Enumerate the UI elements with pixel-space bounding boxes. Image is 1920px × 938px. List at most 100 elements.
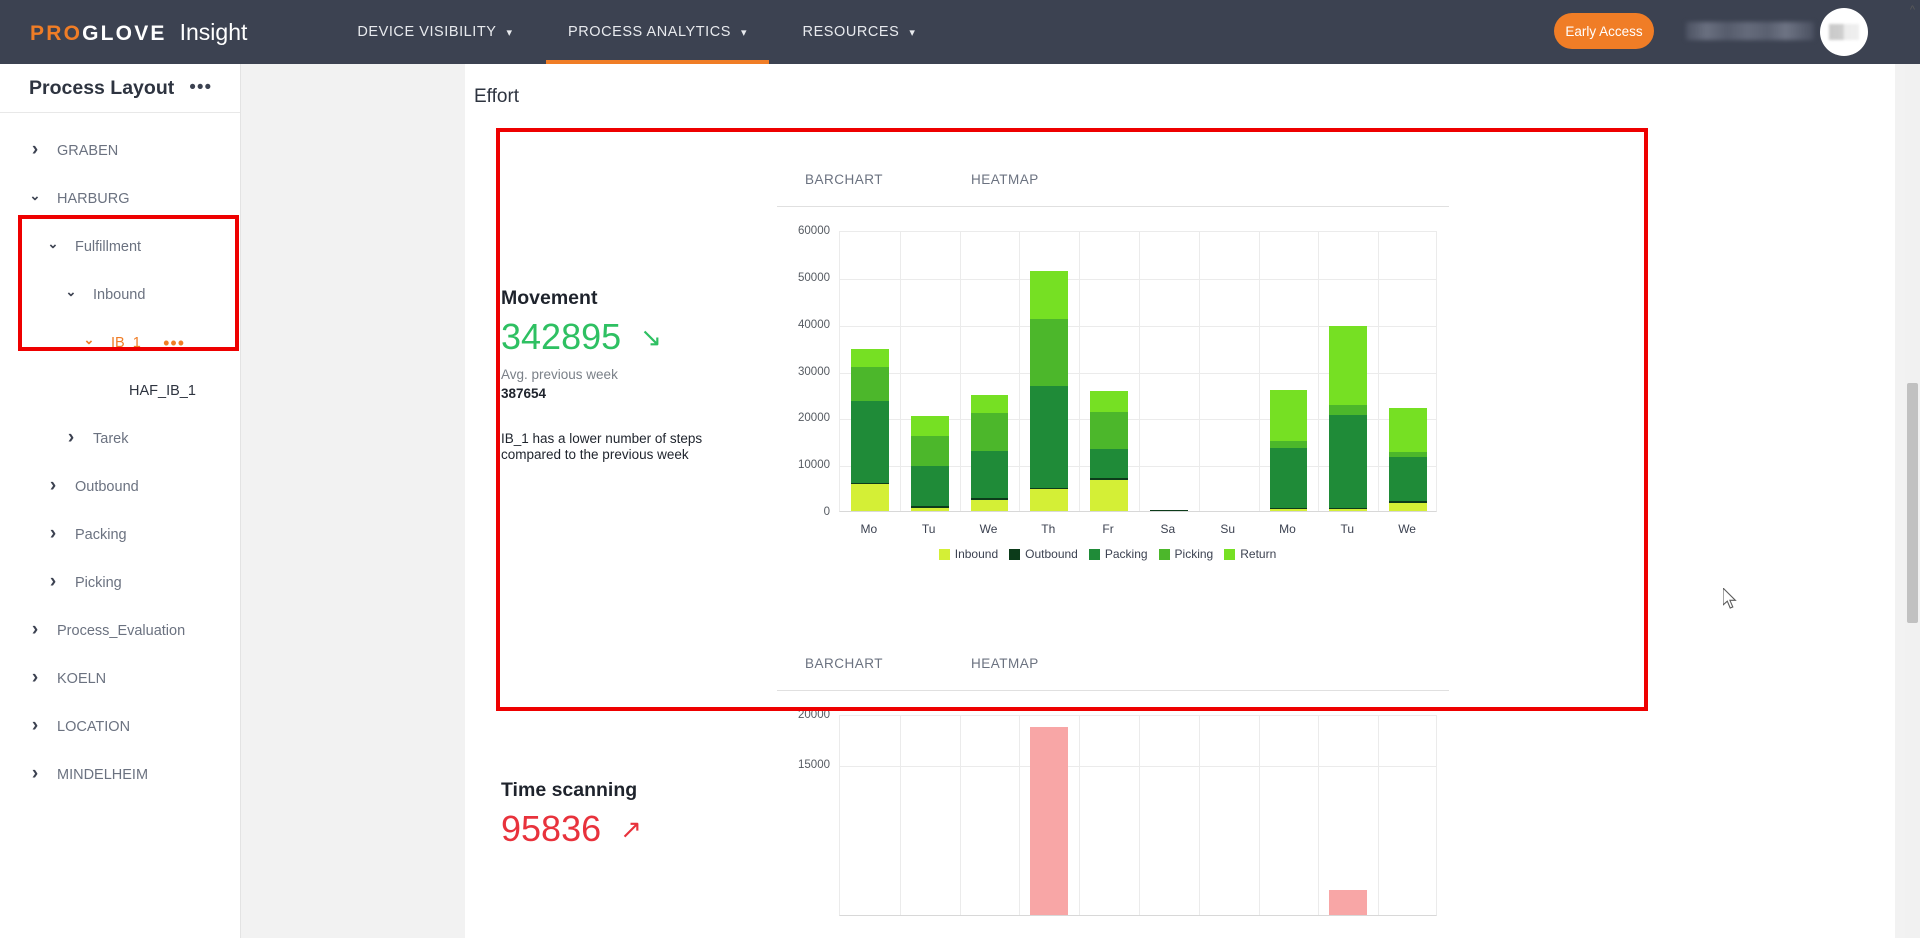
bar-column[interactable]	[1210, 230, 1248, 511]
avatar[interactable]	[1820, 8, 1868, 56]
sidebar-tree-item-outbound[interactable]: › Outbound	[0, 463, 240, 511]
chevron-down-icon[interactable]: ⌄	[81, 332, 97, 348]
tab-barchart[interactable]: BARCHART	[805, 654, 883, 671]
bar-segment-packing[interactable]	[910, 466, 949, 507]
sidebar-item-more-icon[interactable]: •••	[163, 334, 185, 352]
bar-column[interactable]	[1210, 714, 1248, 915]
bar-segment-packing[interactable]	[1090, 448, 1128, 479]
movement-barchart[interactable]: 0 10000 20000 30000 40000 50000 60000 Mo Tu We Th F…	[777, 207, 1449, 607]
chevron-right-icon[interactable]: ›	[27, 139, 43, 161]
bar-segment-outbound[interactable]	[1389, 501, 1427, 503]
legend-item-picking[interactable]: Picking	[1158, 547, 1213, 561]
chevron-right-icon[interactable]: ›	[27, 715, 43, 737]
bar-segment-inbound[interactable]	[851, 484, 889, 511]
legend-item-packing[interactable]: Packing	[1088, 547, 1148, 561]
bar-segment-inbound[interactable]	[1090, 479, 1128, 511]
bar-column[interactable]	[1150, 714, 1188, 915]
legend-item-return[interactable]: Return	[1224, 547, 1276, 561]
chevron-down-icon[interactable]: ⌄	[45, 236, 61, 252]
sidebar-tree-item-haf_ib_1[interactable]: HAF_IB_1	[0, 367, 240, 415]
bar-segment-inbound[interactable]	[970, 499, 1009, 511]
nav-item-resources[interactable]: RESOURCES ▾	[803, 0, 915, 64]
bar-column[interactable]	[1090, 230, 1128, 511]
bar-segment-picking[interactable]	[1030, 318, 1069, 387]
bar-column[interactable]	[1150, 230, 1188, 511]
bar-segment-return[interactable]	[910, 415, 949, 437]
bar-column[interactable]	[971, 714, 1009, 915]
bar-column[interactable]	[851, 230, 889, 511]
bar-segment-return[interactable]	[1329, 325, 1368, 405]
bar-segment-picking[interactable]	[1090, 411, 1128, 449]
bar-column[interactable]	[911, 714, 949, 915]
bar-segment-picking[interactable]	[910, 436, 949, 467]
bar-segment-picking[interactable]	[1329, 404, 1368, 415]
bar-column[interactable]	[1269, 230, 1308, 511]
bar-segment-picking[interactable]	[851, 367, 889, 401]
bar-segment-time scanning[interactable]	[1329, 889, 1368, 915]
bar-segment-packing[interactable]	[1329, 415, 1368, 509]
sidebar-more-icon[interactable]: •••	[189, 78, 212, 97]
chevron-down-icon[interactable]: ⌄	[27, 188, 43, 204]
bar-column[interactable]	[910, 230, 949, 511]
bar-segment-packing[interactable]	[851, 400, 889, 484]
bar-segment-inbound[interactable]	[910, 507, 949, 511]
bar-segment-packing[interactable]	[970, 451, 1009, 498]
legend-item-outbound[interactable]: Outbound	[1009, 547, 1078, 561]
page-scrollbar-thumb[interactable]	[1907, 383, 1918, 623]
bar-segment-return[interactable]	[1389, 407, 1427, 452]
legend-item-inbound[interactable]: Inbound	[938, 547, 998, 561]
chevron-right-icon[interactable]: ›	[45, 571, 61, 593]
sidebar-tree-item-mindelheim[interactable]: › MINDELHEIM	[0, 751, 240, 799]
sidebar-tree-item-harburg[interactable]: ⌄ HARBURG	[0, 175, 240, 223]
brand-logo[interactable]: PRO GLOVE Insight	[30, 19, 247, 46]
sidebar-tree-item-inbound[interactable]: ⌄ Inbound	[0, 271, 240, 319]
bar-segment-picking[interactable]	[1269, 440, 1308, 449]
bar-column[interactable]	[1329, 230, 1368, 511]
bar-column[interactable]	[1030, 230, 1069, 511]
sidebar-tree-item-location[interactable]: › LOCATION	[0, 703, 240, 751]
bar-segment-return[interactable]	[1030, 271, 1069, 319]
nav-item-device-visibility[interactable]: DEVICE VISIBILITY ▾	[357, 0, 512, 64]
chevron-right-icon[interactable]: ›	[45, 523, 61, 545]
time-scanning-barchart[interactable]: 15000 20000	[777, 691, 1449, 936]
chevron-right-icon[interactable]: ›	[27, 619, 43, 641]
bar-segment-picking[interactable]	[970, 412, 1009, 452]
bar-segment-outbound[interactable]	[970, 497, 1009, 500]
early-access-button[interactable]: Early Access	[1554, 13, 1654, 49]
bar-column[interactable]	[1030, 714, 1069, 915]
bar-segment-inbound[interactable]	[1389, 502, 1427, 511]
bar-column[interactable]	[1270, 714, 1308, 915]
bar-segment-packing[interactable]	[1269, 448, 1308, 508]
chevron-right-icon[interactable]: ›	[45, 475, 61, 497]
bar-segment-inbound[interactable]	[1030, 489, 1069, 511]
chevron-down-icon[interactable]: ⌄	[63, 284, 79, 300]
tab-heatmap[interactable]: HEATMAP	[971, 654, 1039, 671]
bar-segment-return[interactable]	[1090, 390, 1128, 412]
bar-segment-outbound[interactable]	[1150, 509, 1188, 511]
bar-segment-return[interactable]	[970, 395, 1009, 413]
chevron-right-icon[interactable]: ›	[27, 763, 43, 785]
bar-segment-picking[interactable]	[1389, 451, 1427, 458]
bar-column[interactable]	[970, 230, 1009, 511]
bar-column[interactable]	[851, 714, 889, 915]
sidebar-tree-item-picking[interactable]: › Picking	[0, 559, 240, 607]
nav-item-process-analytics[interactable]: PROCESS ANALYTICS ▾	[546, 0, 769, 64]
bar-segment-inbound[interactable]	[1329, 509, 1368, 511]
tab-barchart[interactable]: BARCHART	[805, 170, 883, 187]
bar-segment-return[interactable]	[1269, 389, 1308, 441]
sidebar-tree-item-graben[interactable]: › GRABEN	[0, 127, 240, 175]
bar-segment-time scanning[interactable]	[1030, 727, 1069, 915]
bar-segment-outbound[interactable]	[910, 506, 949, 508]
sidebar-tree-item-ib_1[interactable]: ⌄ IB_1 •••	[0, 319, 240, 367]
sidebar-tree-item-process_evaluation[interactable]: › Process_Evaluation	[0, 607, 240, 655]
bar-segment-outbound[interactable]	[1090, 478, 1128, 480]
bar-segment-inbound[interactable]	[1269, 508, 1308, 511]
bar-column[interactable]	[1389, 230, 1427, 511]
bar-segment-packing[interactable]	[1030, 386, 1069, 489]
sidebar-tree-item-packing[interactable]: › Packing	[0, 511, 240, 559]
sidebar-tree-item-tarek[interactable]: › Tarek	[0, 415, 240, 463]
bar-segment-return[interactable]	[851, 349, 889, 368]
sidebar-tree-item-fulfillment[interactable]: ⌄ Fulfillment	[0, 223, 240, 271]
tab-heatmap[interactable]: HEATMAP	[971, 170, 1039, 187]
chevron-right-icon[interactable]: ›	[27, 667, 43, 689]
